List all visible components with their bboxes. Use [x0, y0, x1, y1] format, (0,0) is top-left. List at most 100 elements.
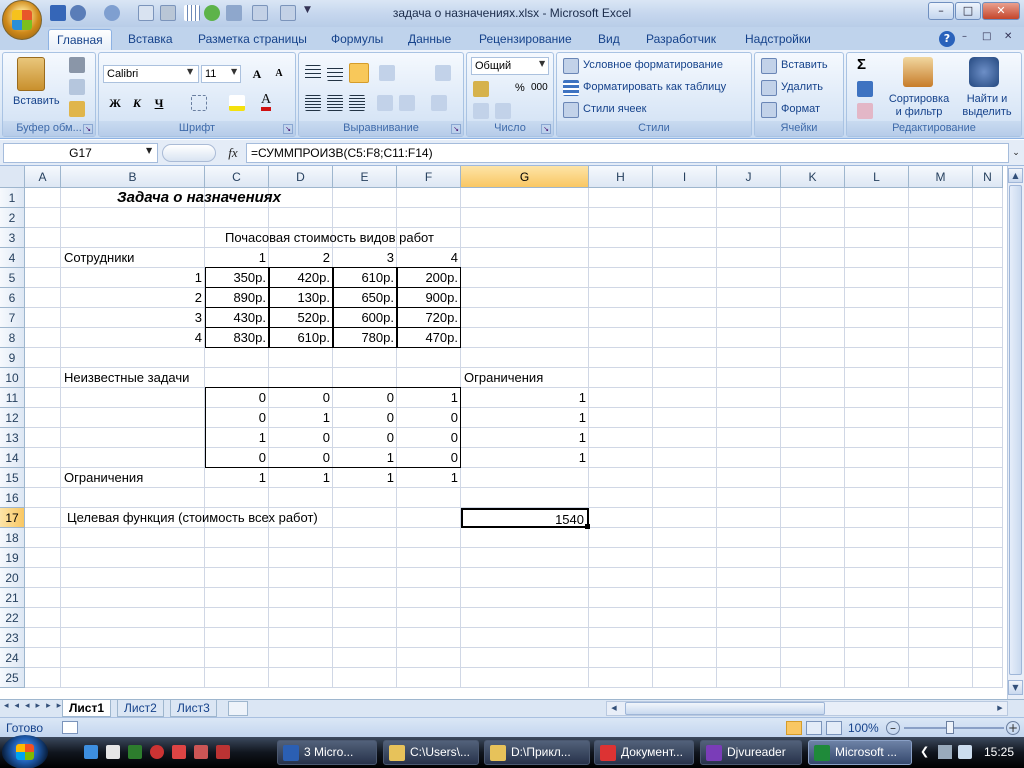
start-button[interactable]: [2, 735, 48, 768]
align-right-icon[interactable]: [349, 95, 365, 111]
assignment-cell[interactable]: 1: [333, 448, 397, 468]
font-color-icon[interactable]: A: [261, 93, 272, 111]
row-header-17[interactable]: 17: [0, 508, 25, 528]
name-box-chevron-down-icon[interactable]: ▼: [146, 146, 152, 155]
insert-cells-button[interactable]: Вставить: [781, 59, 828, 71]
quicklaunch-tool-icon[interactable]: [216, 745, 230, 759]
align-middle-icon[interactable]: [327, 65, 343, 81]
page-layout-view-icon[interactable]: [806, 721, 822, 735]
assignment-cell[interactable]: 0: [397, 408, 461, 428]
copy-icon[interactable]: [69, 79, 85, 95]
ribbon-restore-icon[interactable]: □: [982, 31, 994, 45]
formula-input[interactable]: =СУММПРОИЗВ(C5:F8;C11:F14): [246, 143, 1009, 163]
borders-icon[interactable]: [191, 95, 207, 111]
row-header-11[interactable]: 11: [0, 388, 25, 408]
paste-button[interactable]: Вставить: [13, 95, 60, 107]
tab-insert[interactable]: Вставка: [120, 29, 181, 50]
row-header-8[interactable]: 8: [0, 328, 25, 348]
tray-expand-icon[interactable]: ❮: [920, 745, 929, 758]
wrap-text-icon[interactable]: [435, 65, 451, 81]
row-header-9[interactable]: 9: [0, 348, 25, 368]
cost-cell[interactable]: 900р.: [397, 288, 461, 308]
col-constraint-cell[interactable]: 1: [269, 468, 333, 488]
column-header-i[interactable]: I: [653, 166, 717, 188]
format-cells-button[interactable]: Формат: [781, 103, 820, 115]
zoom-slider-thumb[interactable]: [946, 721, 954, 734]
select-all-button[interactable]: [0, 166, 25, 188]
align-center-icon[interactable]: [327, 95, 343, 111]
row-header-18[interactable]: 18: [0, 528, 25, 548]
increase-decimal-icon[interactable]: [473, 103, 489, 119]
format-as-table-button[interactable]: Форматировать как таблицу: [583, 81, 726, 93]
assignment-cell[interactable]: 0: [269, 388, 333, 408]
row-header-14[interactable]: 14: [0, 448, 25, 468]
scroll-left-icon[interactable]: ◀: [607, 702, 621, 715]
column-header-g[interactable]: G: [461, 166, 589, 188]
assignment-cell[interactable]: 1: [269, 408, 333, 428]
unknown-tasks-label[interactable]: Неизвестные задачи: [61, 368, 269, 388]
decrease-indent-icon[interactable]: [377, 95, 393, 111]
assignment-cell[interactable]: 0: [397, 428, 461, 448]
assignment-cell[interactable]: 1: [205, 428, 269, 448]
cell-styles-button[interactable]: Стили ячеек: [583, 103, 646, 115]
find-select-button[interactable]: Найти и выделить: [957, 93, 1017, 119]
scroll-down-icon[interactable]: ▼: [1008, 680, 1023, 695]
delete-cells-button[interactable]: Удалить: [781, 81, 823, 93]
employee-number[interactable]: 3: [61, 308, 205, 328]
horizontal-scroll-thumb[interactable]: [625, 702, 825, 715]
zoom-in-icon[interactable]: +: [1006, 721, 1020, 735]
volume-icon[interactable]: [958, 745, 972, 759]
row-constraints-label[interactable]: Ограничения: [461, 368, 589, 388]
row-header-13[interactable]: 13: [0, 428, 25, 448]
taskbar-item-explorer-d[interactable]: D:\Прикл...: [484, 740, 590, 765]
close-button[interactable]: ✕: [982, 2, 1020, 20]
assignment-cell[interactable]: 0: [269, 448, 333, 468]
tab-view[interactable]: Вид: [590, 29, 628, 50]
assignment-cell[interactable]: 0: [333, 408, 397, 428]
sheet-tab-2[interactable]: Лист2: [117, 700, 164, 717]
cost-table-header[interactable]: Почасовая стоимость видов работ: [205, 228, 461, 248]
italic-button[interactable]: К: [127, 93, 147, 113]
employee-number[interactable]: 2: [61, 288, 205, 308]
job-number[interactable]: 2: [269, 248, 333, 268]
network-icon[interactable]: [938, 745, 952, 759]
objective-label[interactable]: Целевая функция (стоимость всех работ): [61, 508, 341, 528]
assignment-cell[interactable]: 0: [205, 448, 269, 468]
quicklaunch-desktop-icon[interactable]: [106, 745, 120, 759]
format-painter-icon[interactable]: [69, 101, 85, 117]
cost-cell[interactable]: 780р.: [333, 328, 397, 348]
tab-developer[interactable]: Разработчик: [638, 29, 724, 50]
assignment-cell[interactable]: 0: [333, 388, 397, 408]
row-constraint-cell[interactable]: 1: [461, 428, 589, 448]
percent-button[interactable]: %: [515, 82, 525, 94]
cost-cell[interactable]: 830р.: [205, 328, 269, 348]
column-header-h[interactable]: H: [589, 166, 653, 188]
vertical-scroll-thumb[interactable]: [1009, 185, 1022, 675]
cost-cell[interactable]: 890р.: [205, 288, 269, 308]
align-bottom-icon[interactable]: [349, 63, 369, 83]
row-constraint-cell[interactable]: 1: [461, 388, 589, 408]
taskbar-item-explorer-c[interactable]: C:\Users\...: [383, 740, 479, 765]
column-header-l[interactable]: L: [845, 166, 909, 188]
row-header-19[interactable]: 19: [0, 548, 25, 568]
tab-addins[interactable]: Надстройки: [737, 29, 819, 50]
employee-number[interactable]: 4: [61, 328, 205, 348]
orientation-icon[interactable]: [379, 65, 395, 81]
font-dialog-launcher-icon[interactable]: ↘: [283, 124, 293, 134]
scroll-right-icon[interactable]: ▶: [993, 702, 1007, 715]
cost-cell[interactable]: 200р.: [397, 268, 461, 288]
row-header-22[interactable]: 22: [0, 608, 25, 628]
assignment-cell[interactable]: 0: [269, 428, 333, 448]
clear-icon[interactable]: [857, 103, 873, 119]
row-header-12[interactable]: 12: [0, 408, 25, 428]
row-header-10[interactable]: 10: [0, 368, 25, 388]
thousands-button[interactable]: 000: [531, 82, 548, 93]
col-constraint-cell[interactable]: 1: [333, 468, 397, 488]
col-constraint-cell[interactable]: 1: [397, 468, 461, 488]
column-header-j[interactable]: J: [717, 166, 781, 188]
grow-font-button[interactable]: A: [247, 64, 267, 84]
taskbar-item-excel[interactable]: Microsoft ...: [808, 740, 912, 765]
spreadsheet-grid[interactable]: ABCDEFGHIJKLMN 1 2 3 4 5 6 7 8 9 10 11 12 13 14 15 16 17…: [0, 166, 1007, 699]
row-header-16[interactable]: 16: [0, 488, 25, 508]
quicklaunch-browser-icon[interactable]: [84, 745, 98, 759]
